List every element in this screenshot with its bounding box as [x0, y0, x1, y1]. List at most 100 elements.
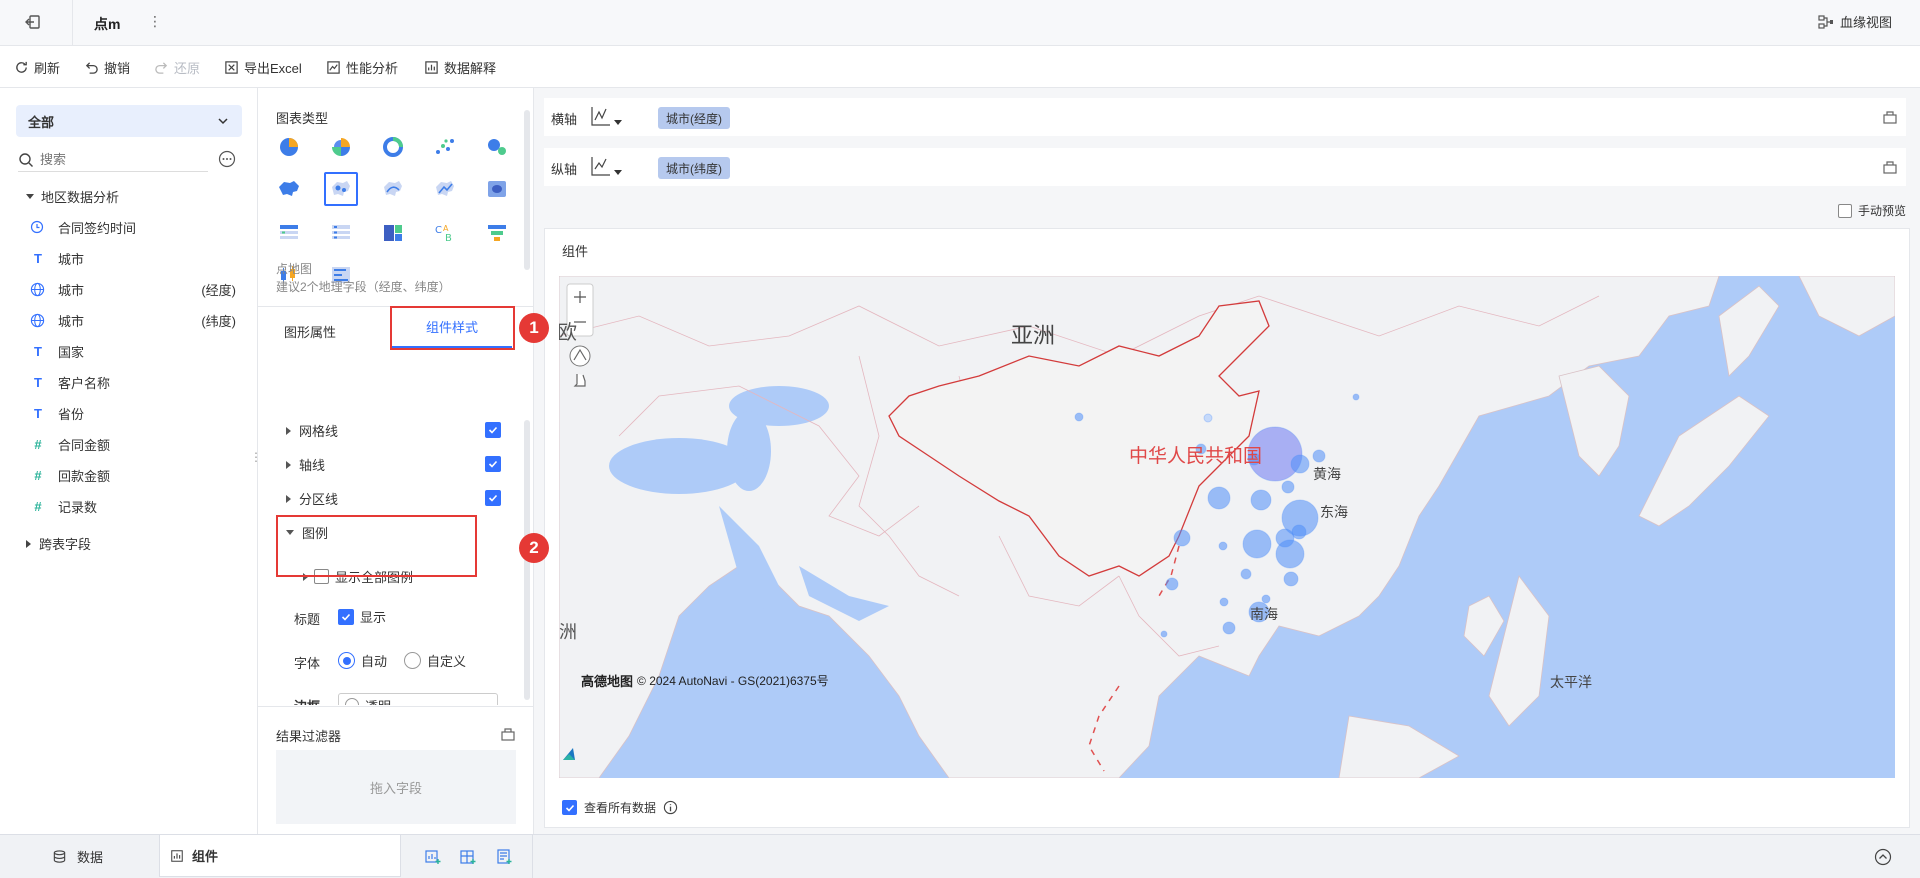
redo-button[interactable]: 还原	[154, 46, 200, 88]
exit-icon[interactable]	[24, 13, 42, 31]
manual-preview-checkbox[interactable]	[1838, 203, 1852, 218]
donut-chart-type-icon[interactable]	[376, 130, 410, 164]
table-type-icon[interactable]	[272, 216, 306, 250]
data-tab[interactable]: 数据	[52, 835, 103, 878]
field-item-payment-amount[interactable]: # 回款金额	[30, 462, 240, 488]
field-item-record-count[interactable]: # 记录数	[30, 493, 240, 519]
filter-settings-icon[interactable]	[500, 726, 516, 742]
gridline-section[interactable]: 网格线	[286, 421, 338, 440]
info-icon[interactable]	[663, 800, 678, 815]
data-explain-button[interactable]: 数据解释	[424, 46, 496, 88]
title-show-option[interactable]: 显示	[338, 607, 386, 626]
view-all-data-option[interactable]: 查看所有数据	[562, 799, 678, 816]
field-suffix: (纬度)	[201, 313, 236, 329]
region-map-type-icon[interactable]	[272, 172, 306, 206]
refresh-icon	[14, 60, 29, 75]
field-item-city-latitude[interactable]: 城市 (纬度)	[30, 307, 240, 333]
add-dashboard-icon[interactable]	[459, 848, 477, 866]
bubble-chart-type-icon[interactable]	[480, 130, 514, 164]
gridline-checkbox[interactable]	[485, 422, 501, 438]
point-map[interactable]: 亚洲 欧 洲 中华人民共和国 黄海 东海 南海 太平洋 高德地图 © 2024 …	[559, 276, 1895, 778]
manual-preview-option[interactable]: 手动预览	[1838, 202, 1906, 219]
tab-graph-props[interactable]: 图形属性	[284, 322, 336, 341]
collapse-up-icon[interactable]	[1874, 848, 1892, 866]
component-tab[interactable]: 组件	[159, 835, 401, 877]
rose-chart-type-icon[interactable]	[324, 130, 358, 164]
scope-select[interactable]: 全部	[16, 105, 242, 137]
field-item-city-longitude[interactable]: 城市 (经度)	[30, 276, 240, 302]
y-axis-type-selector[interactable]	[590, 155, 622, 177]
scrollbar[interactable]	[524, 110, 530, 270]
field-label: 省份	[58, 406, 85, 422]
axisline-checkbox[interactable]	[485, 456, 501, 472]
add-story-icon[interactable]	[495, 848, 513, 866]
font-custom-radio[interactable]	[404, 652, 421, 669]
y-axis-settings-icon[interactable]	[1882, 159, 1898, 175]
line-map-type-icon[interactable]	[428, 172, 462, 206]
config-panel: 图表类型 CAB 点地图 建议2个地理字段（经度、纬度） 图形属性 组件样式 1…	[258, 88, 549, 834]
field-group-title: 地区数据分析	[41, 190, 120, 205]
search-box[interactable]	[18, 148, 208, 172]
font-custom-option[interactable]: 自定义	[404, 651, 466, 670]
field-item-province[interactable]: T 省份	[30, 400, 240, 426]
filter-drop-zone[interactable]: 拖入字段	[276, 750, 516, 824]
manual-preview-label: 手动预览	[1858, 204, 1907, 218]
result-filter-title: 结果过滤器	[276, 729, 342, 744]
field-label: 合同金额	[58, 437, 111, 453]
field-item-contract-amount[interactable]: # 合同金额	[30, 431, 240, 457]
word-cloud-type-icon[interactable]: CAB	[428, 216, 462, 250]
search-input[interactable]	[40, 152, 190, 167]
export-excel-button[interactable]: 导出Excel	[224, 46, 302, 88]
view-all-data-checkbox[interactable]	[562, 800, 577, 815]
x-axis-type-selector[interactable]	[590, 105, 622, 127]
background-select[interactable]: 透明	[338, 693, 498, 705]
field-group-header[interactable]: 地区数据分析	[26, 187, 119, 206]
expand-caret-icon	[286, 460, 291, 469]
refresh-button[interactable]: 刷新	[14, 46, 60, 88]
callout-badge-1: 1	[519, 313, 549, 343]
zoneline-checkbox[interactable]	[485, 490, 501, 506]
font-custom-label: 自定义	[427, 654, 467, 669]
globe-icon	[30, 282, 46, 297]
more-menu-icon[interactable]: ⋮	[148, 13, 162, 30]
point-map-type-icon[interactable]	[324, 172, 358, 206]
x-axis-settings-icon[interactable]	[1882, 109, 1898, 125]
flow-map-type-icon[interactable]	[376, 172, 410, 206]
treemap-type-icon[interactable]	[376, 216, 410, 250]
cross-table-fields[interactable]: 跨表字段	[26, 534, 91, 553]
field-item-customer[interactable]: T 客户名称	[30, 369, 240, 395]
map-label-asia: 亚洲	[1011, 323, 1056, 348]
svg-text:C: C	[435, 225, 442, 236]
scatter-chart-type-icon[interactable]	[428, 130, 462, 164]
font-auto-radio[interactable]	[338, 652, 355, 669]
perf-analysis-button[interactable]: 性能分析	[326, 46, 398, 88]
pie-chart-type-icon[interactable]	[272, 130, 306, 164]
field-item-contract-date[interactable]: 合同签约时间	[30, 214, 240, 240]
zoneline-section[interactable]: 分区线	[286, 489, 338, 508]
lineage-view-button[interactable]: 血缘视图	[1818, 12, 1892, 31]
funnel-type-icon[interactable]	[480, 216, 514, 250]
field-item-country[interactable]: T 国家	[30, 338, 240, 364]
globe-icon	[30, 313, 46, 328]
field-label: 城市	[58, 251, 85, 267]
data-explain-label: 数据解释	[444, 60, 497, 76]
undo-button[interactable]: 撤销	[84, 46, 130, 88]
title-show-checkbox[interactable]	[338, 608, 354, 625]
axisline-section[interactable]: 轴线	[286, 455, 325, 474]
more-options-icon[interactable]	[218, 150, 236, 168]
x-axis-field-pill[interactable]: 城市(经度)	[658, 107, 730, 129]
map-label-europe: 欧	[559, 322, 577, 344]
detail-table-type-icon[interactable]	[324, 216, 358, 250]
y-axis-field-pill[interactable]: 城市(纬度)	[658, 157, 730, 179]
font-auto-option[interactable]: 自动	[338, 651, 387, 670]
chart-name: 点地图	[276, 262, 313, 276]
toolbar: 刷新 撤销 还原 导出Excel 性能分析 数据解释	[0, 46, 1920, 88]
heat-map-type-icon[interactable]	[480, 172, 514, 206]
chevron-down-icon	[216, 114, 230, 128]
lineage-label: 血缘视图	[1840, 15, 1893, 30]
field-item-city[interactable]: T 城市	[30, 245, 240, 271]
data-explain-icon	[424, 60, 439, 75]
divider	[72, 0, 73, 46]
add-component-icon[interactable]	[424, 848, 442, 866]
tab-title[interactable]: 点m	[94, 14, 120, 34]
